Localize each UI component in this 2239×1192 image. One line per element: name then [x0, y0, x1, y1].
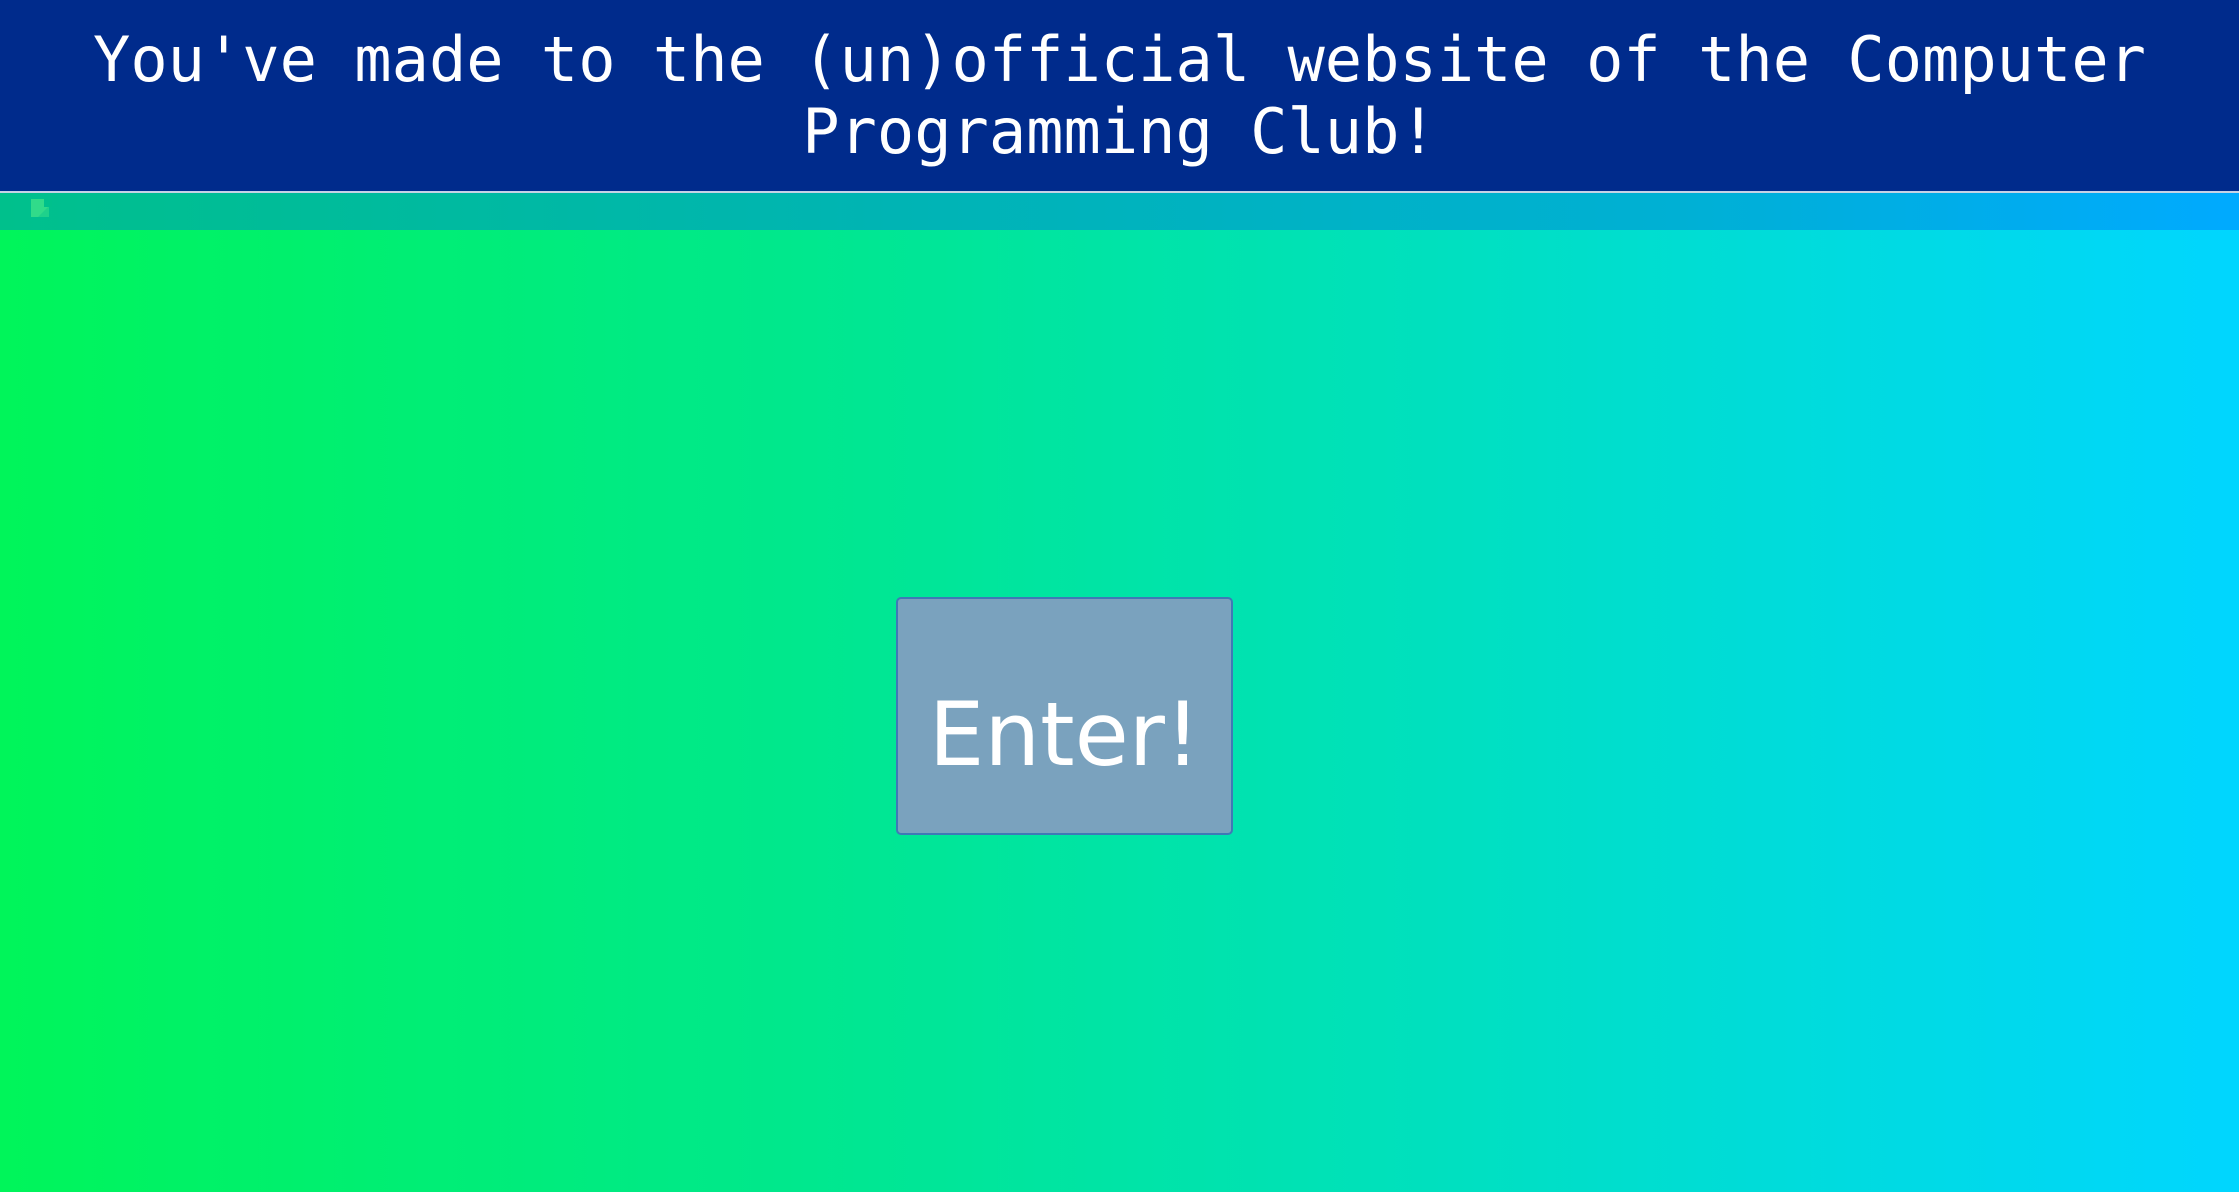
- banner-strip: [0, 193, 2239, 230]
- page-title: You've made to the (un)official website …: [93, 22, 2146, 168]
- site-header: You've made to the (un)official website …: [0, 0, 2239, 193]
- enter-button-container: Enter!: [896, 597, 1233, 835]
- broken-image-icon: [30, 197, 54, 221]
- enter-button[interactable]: Enter!: [896, 597, 1233, 835]
